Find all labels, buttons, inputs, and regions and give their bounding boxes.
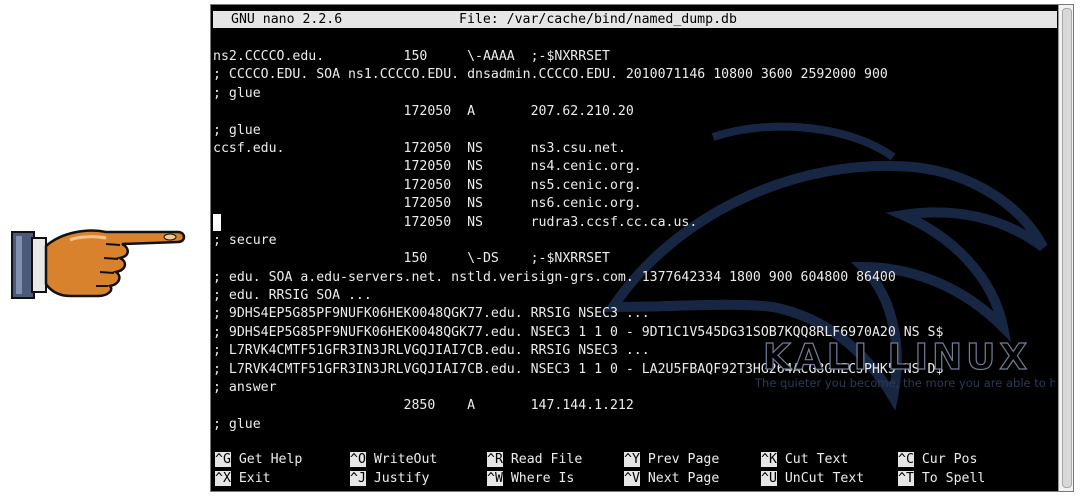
shortcut-label: Where Is bbox=[502, 470, 575, 486]
text-line[interactable]: ; CCCCO.EDU. SOA ns1.CCCCO.EDU. dnsadmin… bbox=[213, 66, 1057, 84]
shortcut-key: ^Y bbox=[624, 452, 640, 467]
shortcut-label: UnCut Text bbox=[776, 470, 865, 486]
shortcut-key: ^V bbox=[624, 470, 640, 486]
shortcut-item[interactable]: ^T To Spell bbox=[898, 470, 985, 489]
shortcut-label: Read File bbox=[502, 452, 583, 467]
vertical-scrollbar[interactable] bbox=[1058, 5, 1073, 491]
shortcut-key: ^C bbox=[898, 452, 914, 467]
shortcut-key: ^J bbox=[350, 470, 366, 486]
text-line[interactable]: 172050 A 207.62.210.20 bbox=[213, 103, 1057, 121]
shortcut-item[interactable]: ^C Cur Pos bbox=[898, 451, 977, 470]
text-line[interactable]: ; 9DHS4EP5G85PF9NUFK06HEK0048QGK77.edu. … bbox=[213, 305, 1057, 323]
shortcut-key: ^R bbox=[487, 452, 503, 467]
shortcut-label: To Spell bbox=[913, 470, 986, 486]
shortcut-key: ^K bbox=[761, 452, 777, 467]
text-line[interactable]: ; L7RVK4CMTF51GFR3IN3JRLVGQJIAI7CB.edu. … bbox=[213, 361, 1057, 379]
text-line[interactable]: ; edu. SOA a.edu-servers.net. nstld.veri… bbox=[213, 269, 1057, 287]
nano-version: GNU nano 2.2.6 bbox=[231, 12, 343, 27]
text-line[interactable]: 172050 NS ns5.cenic.org. bbox=[213, 177, 1057, 195]
shortcut-bar: ^G Get Help ^O WriteOut ^R Read File ^Y Pre… bbox=[213, 451, 1057, 488]
file-path: File: /var/cache/bind/named_dump.db bbox=[459, 12, 737, 27]
text-line[interactable]: ; glue bbox=[213, 85, 1057, 103]
shortcut-key: ^X bbox=[215, 470, 231, 486]
terminal-window: GNU nano 2.2.6 File: /var/cache/bind/nam… bbox=[210, 4, 1074, 492]
shortcut-item[interactable]: ^K Cut Text bbox=[761, 451, 848, 470]
line-text: 172050 NS rudra3.ccsf.cc.ca.us. bbox=[213, 214, 698, 230]
nano-editor[interactable]: GNU nano 2.2.6 File: /var/cache/bind/nam… bbox=[213, 7, 1057, 489]
shortcut-item[interactable]: ^R Read File bbox=[487, 451, 582, 470]
text-line[interactable]: ; glue bbox=[213, 122, 1057, 140]
shortcut-key: ^U bbox=[761, 470, 777, 486]
text-line[interactable]: ; 9DHS4EP5G85PF9NUFK06HEK0048QGK77.edu. … bbox=[213, 324, 1057, 342]
shortcut-label: WriteOut bbox=[365, 452, 438, 467]
shortcut-label: Get Help bbox=[230, 452, 303, 467]
shortcut-item[interactable]: ^X Exit bbox=[215, 470, 271, 489]
shortcut-label: Exit bbox=[230, 470, 271, 486]
shortcut-row: ^X Exit ^J Justify ^W Where Is ^V Next Page… bbox=[213, 470, 1057, 489]
text-line[interactable]: ns2.CCCCO.edu. 150 \-AAAA ;-$NXRRSET bbox=[213, 48, 1057, 66]
shortcut-key: ^T bbox=[898, 470, 914, 486]
scrollbar-thumb[interactable] bbox=[1062, 8, 1072, 488]
shortcut-item[interactable]: ^G Get Help bbox=[215, 451, 302, 470]
shortcut-item[interactable]: ^V Next Page bbox=[624, 470, 719, 489]
text-line[interactable]: ; edu. RRSIG SOA ... bbox=[213, 287, 1057, 305]
shortcut-item[interactable]: ^Y Prev Page bbox=[624, 451, 719, 470]
pointing-hand-icon bbox=[11, 229, 186, 299]
text-line[interactable]: ccsf.edu. 172050 NS ns3.csu.net. bbox=[213, 140, 1057, 158]
text-line[interactable]: 172050 NS ns4.cenic.org. bbox=[213, 158, 1057, 176]
shortcut-label: Next Page bbox=[639, 470, 720, 486]
text-line[interactable]: ; answer bbox=[213, 379, 1057, 397]
shortcut-item[interactable]: ^U UnCut Text bbox=[761, 470, 864, 489]
text-line[interactable]: ; secure bbox=[213, 232, 1057, 250]
text-line[interactable]: ; L7RVK4CMTF51GFR3IN3JRLVGQJIAI7CB.edu. … bbox=[213, 342, 1057, 360]
shortcut-row: ^G Get Help ^O WriteOut ^R Read File ^Y Pre… bbox=[213, 451, 1057, 470]
shortcut-label: Prev Page bbox=[639, 452, 720, 467]
shortcut-label: Justify bbox=[365, 470, 430, 486]
shortcut-item[interactable]: ^W Where Is bbox=[487, 470, 574, 489]
text-line[interactable]: ; glue bbox=[213, 416, 1057, 434]
text-line[interactable]: 2850 A 147.144.1.212 bbox=[213, 397, 1057, 415]
shortcut-key: ^W bbox=[487, 470, 503, 486]
shortcut-label: Cut Text bbox=[776, 452, 849, 467]
nano-title-bar: GNU nano 2.2.6 File: /var/cache/bind/nam… bbox=[213, 11, 1057, 28]
text-line[interactable]: 172050 NS ns6.cenic.org. bbox=[213, 195, 1057, 213]
file-content[interactable]: ns2.CCCCO.edu. 150 \-AAAA ;-$NXRRSET; CC… bbox=[213, 48, 1057, 434]
text-line[interactable]: 172050 NS rudra3.ccsf.cc.ca.us. bbox=[213, 213, 1057, 232]
text-line[interactable]: 150 \-DS ;-$NXRRSET bbox=[213, 250, 1057, 268]
shortcut-key: ^G bbox=[215, 452, 231, 467]
shortcut-key: ^O bbox=[350, 452, 366, 467]
shortcut-item[interactable]: ^J Justify bbox=[350, 470, 429, 489]
shortcut-label: Cur Pos bbox=[913, 452, 978, 467]
shortcut-item[interactable]: ^O WriteOut bbox=[350, 451, 437, 470]
